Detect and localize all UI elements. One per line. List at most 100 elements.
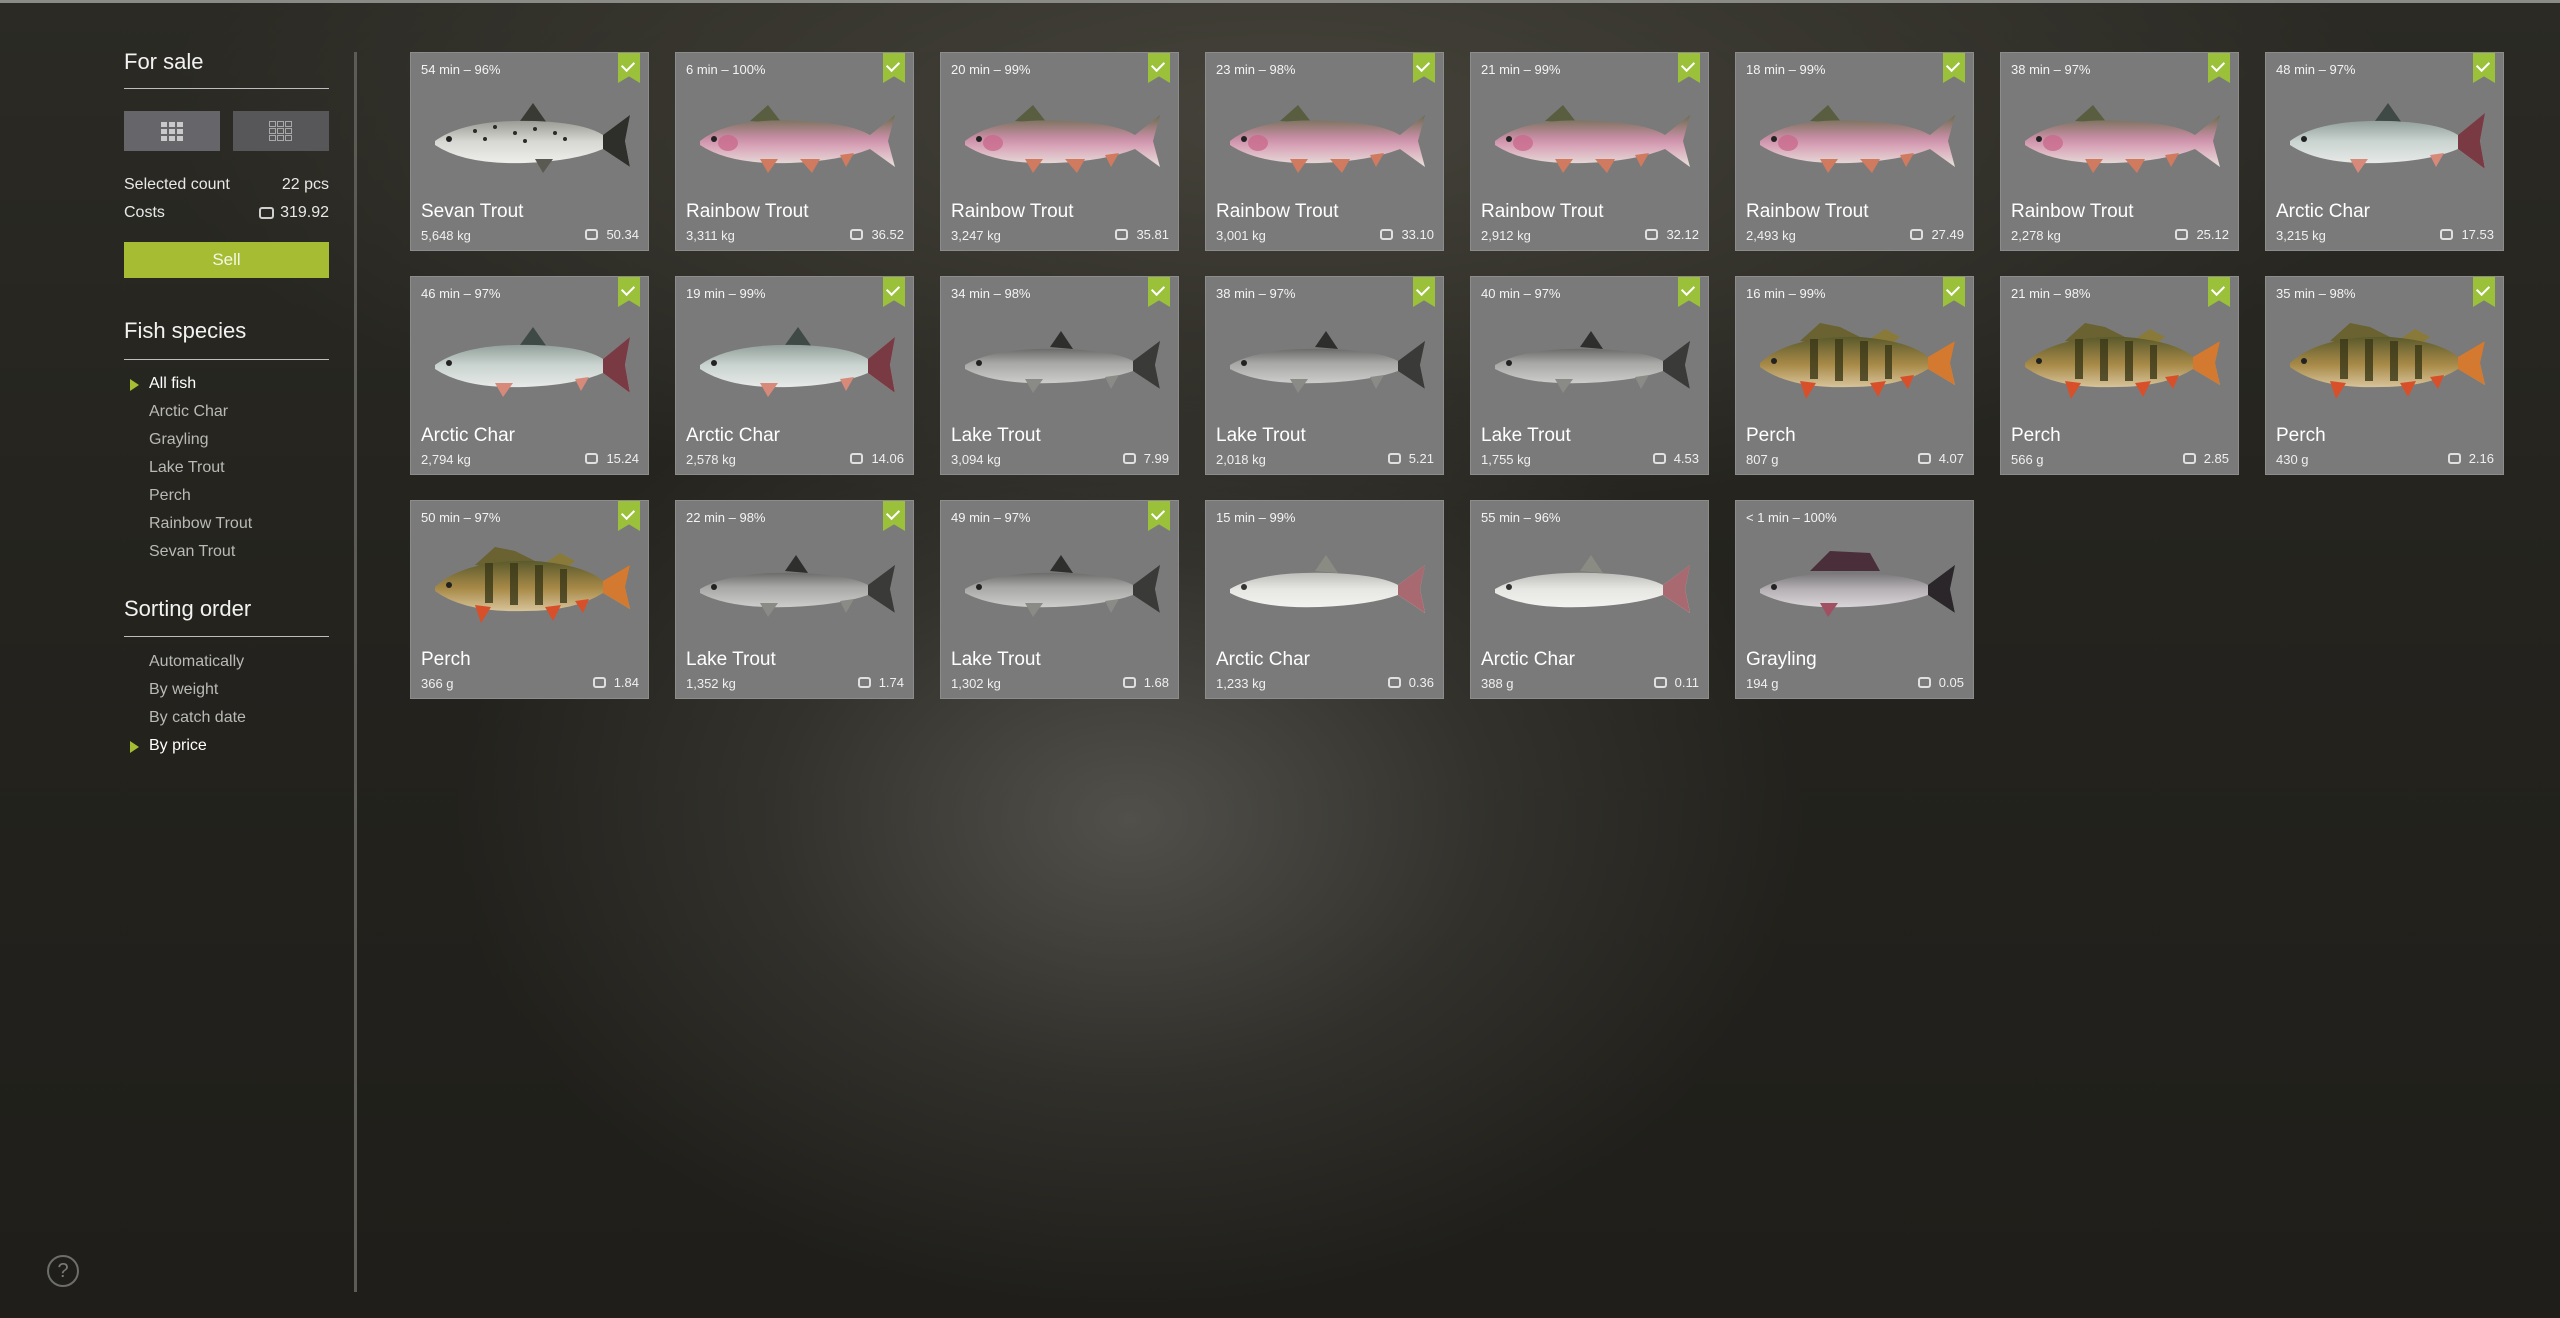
perch-image xyxy=(435,547,630,623)
grid-view-small-button[interactable] xyxy=(233,111,329,151)
selected-checkmark-icon[interactable] xyxy=(2208,53,2230,83)
selected-checkmark-icon[interactable] xyxy=(883,501,905,531)
fish-weight: 2,912 kg xyxy=(1481,228,1531,243)
selected-checkmark-icon[interactable] xyxy=(1148,53,1170,83)
help-button[interactable]: ? xyxy=(47,1255,79,1287)
fish-weight: 1,302 kg xyxy=(951,676,1001,691)
fish-price: 25.12 xyxy=(2175,227,2229,242)
fish-card[interactable]: 23 min – 98% Rainbow Trout 3,001 kg 33.10 xyxy=(1205,52,1444,251)
catch-time-quality: 18 min – 99% xyxy=(1746,62,1826,77)
selected-count-row: Selected count 22 pcs xyxy=(124,176,329,194)
fish-card[interactable]: 21 min – 99% Rainbow Trout 2,912 kg 32.12 xyxy=(1470,52,1709,251)
sort-by-weight[interactable]: By weight xyxy=(149,681,218,699)
sort-by-catch-date[interactable]: By catch date xyxy=(149,709,246,727)
lake-trout-image xyxy=(700,555,895,617)
fish-name: Arctic Char xyxy=(686,425,780,446)
coin-icon xyxy=(2440,229,2454,240)
fish-price: 1.74 xyxy=(857,675,904,690)
selected-checkmark-icon[interactable] xyxy=(883,277,905,307)
selected-checkmark-icon[interactable] xyxy=(2208,277,2230,307)
selected-count-value: 22 pcs xyxy=(281,176,329,193)
selected-checkmark-icon[interactable] xyxy=(1678,277,1700,307)
coin-icon xyxy=(1122,677,1136,688)
fish-card[interactable]: 38 min – 97% Lake Trout 2,018 kg 5.21 xyxy=(1205,276,1444,475)
fish-card[interactable]: 19 min – 99% Arctic Char 2,578 kg 14.06 xyxy=(675,276,914,475)
fish-card[interactable]: 16 min – 99% Perch 807 g 4.07 xyxy=(1735,276,1974,475)
fish-card[interactable]: 18 min – 99% Rainbow Trout 2,493 kg 27.49 xyxy=(1735,52,1974,251)
fish-card[interactable]: 22 min – 98% Lake Trout 1,352 kg 1.74 xyxy=(675,500,914,699)
fish-card[interactable]: 15 min – 99% Arctic Char 1,233 kg 0.36 xyxy=(1205,500,1444,699)
fish-card[interactable]: 6 min – 100% Rainbow Trout 3,311 kg 36.52 xyxy=(675,52,914,251)
fish-card[interactable]: < 1 min – 100% Grayling 194 g 0.05 xyxy=(1735,500,1974,699)
selected-checkmark-icon[interactable] xyxy=(883,53,905,83)
fish-card[interactable]: 20 min – 99% Rainbow Trout 3,247 kg 35.81 xyxy=(940,52,1179,251)
sort-by-price[interactable]: By price xyxy=(130,737,207,755)
species-filter-all-fish[interactable]: All fish xyxy=(130,375,197,393)
selected-checkmark-icon[interactable] xyxy=(1943,277,1965,307)
costs-row: Costs 319.92 xyxy=(124,204,329,222)
catch-time-quality: 15 min – 99% xyxy=(1216,510,1296,525)
fish-card[interactable]: 35 min – 98% Perch 430 g 2.16 xyxy=(2265,276,2504,475)
selected-checkmark-icon[interactable] xyxy=(1148,501,1170,531)
selected-checkmark-icon[interactable] xyxy=(618,277,640,307)
fish-price-value: 1.68 xyxy=(1143,675,1169,690)
coin-icon xyxy=(850,453,864,464)
selected-checkmark-icon[interactable] xyxy=(1943,53,1965,83)
species-filter-label: Rainbow Trout xyxy=(149,515,253,532)
species-filter-label: All fish xyxy=(149,375,197,392)
species-filter-sevan-trout[interactable]: Sevan Trout xyxy=(149,543,235,561)
selected-checkmark-icon[interactable] xyxy=(2473,277,2495,307)
fish-card[interactable]: 38 min – 97% Rainbow Trout 2,278 kg 25.12 xyxy=(2000,52,2239,251)
species-filter-arctic-char[interactable]: Arctic Char xyxy=(149,403,228,421)
fish-name: Perch xyxy=(1746,425,1796,446)
fish-price: 2.16 xyxy=(2447,451,2494,466)
coin-icon xyxy=(585,229,599,240)
coin-icon xyxy=(857,677,871,688)
fish-name: Perch xyxy=(2276,425,2326,446)
fish-price: 4.53 xyxy=(1652,451,1699,466)
fish-species-title: Fish species xyxy=(124,318,247,343)
fish-card[interactable]: 48 min – 97% Arctic Char 3,215 kg 17.53 xyxy=(2265,52,2504,251)
selected-checkmark-icon[interactable] xyxy=(618,501,640,531)
fish-price-value: 4.53 xyxy=(1673,451,1699,466)
fish-price: 14.06 xyxy=(850,451,904,466)
fish-card[interactable]: 50 min – 97% Perch 366 g 1.84 xyxy=(410,500,649,699)
coin-icon xyxy=(1645,229,1659,240)
fish-grid: 54 min – 96% Sevan Trout 5,648 kg 50.34 6 mi… xyxy=(410,52,2504,699)
sort-automatically[interactable]: Automatically xyxy=(149,653,244,671)
fish-name: Perch xyxy=(421,649,471,670)
fish-price-value: 50.34 xyxy=(606,227,639,242)
fish-name: Sevan Trout xyxy=(421,201,524,222)
fish-price-value: 1.74 xyxy=(878,675,904,690)
selected-checkmark-icon[interactable] xyxy=(2473,53,2495,83)
grid-view-large-button[interactable] xyxy=(124,111,220,151)
lake-trout-image xyxy=(965,555,1160,617)
species-filter-perch[interactable]: Perch xyxy=(149,487,191,505)
fish-price: 4.07 xyxy=(1917,451,1964,466)
species-filter-grayling[interactable]: Grayling xyxy=(149,431,209,449)
fish-card[interactable]: 21 min – 98% Perch 566 g 2.85 xyxy=(2000,276,2239,475)
fish-name: Rainbow Trout xyxy=(1216,201,1339,222)
sell-button[interactable]: Sell xyxy=(124,242,329,278)
catch-time-quality: 23 min – 98% xyxy=(1216,62,1296,77)
selected-checkmark-icon[interactable] xyxy=(1413,277,1435,307)
fish-card[interactable]: 46 min – 97% Arctic Char 2,794 kg 15.24 xyxy=(410,276,649,475)
species-filter-rainbow-trout[interactable]: Rainbow Trout xyxy=(149,515,252,533)
fish-card[interactable]: 40 min – 97% Lake Trout 1,755 kg 4.53 xyxy=(1470,276,1709,475)
selected-checkmark-icon[interactable] xyxy=(618,53,640,83)
selected-checkmark-icon[interactable] xyxy=(1148,277,1170,307)
selected-arrow-icon xyxy=(130,379,139,391)
fish-price-value: 14.06 xyxy=(871,451,904,466)
selected-checkmark-icon[interactable] xyxy=(1678,53,1700,83)
fish-card[interactable]: 54 min – 96% Sevan Trout 5,648 kg 50.34 xyxy=(410,52,649,251)
fish-price-value: 2.16 xyxy=(2468,451,2494,466)
catch-time-quality: 20 min – 99% xyxy=(951,62,1031,77)
coin-icon xyxy=(2175,229,2189,240)
fish-card[interactable]: 34 min – 98% Lake Trout 3,094 kg 7.99 xyxy=(940,276,1179,475)
selected-checkmark-icon[interactable] xyxy=(1413,53,1435,83)
fish-price: 27.49 xyxy=(1910,227,1964,242)
fish-card[interactable]: 55 min – 96% Arctic Char 388 g 0.11 xyxy=(1470,500,1709,699)
fish-card[interactable]: 49 min – 97% Lake Trout 1,302 kg 1.68 xyxy=(940,500,1179,699)
fish-weight: 566 g xyxy=(2011,452,2044,467)
species-filter-lake-trout[interactable]: Lake Trout xyxy=(149,459,225,477)
